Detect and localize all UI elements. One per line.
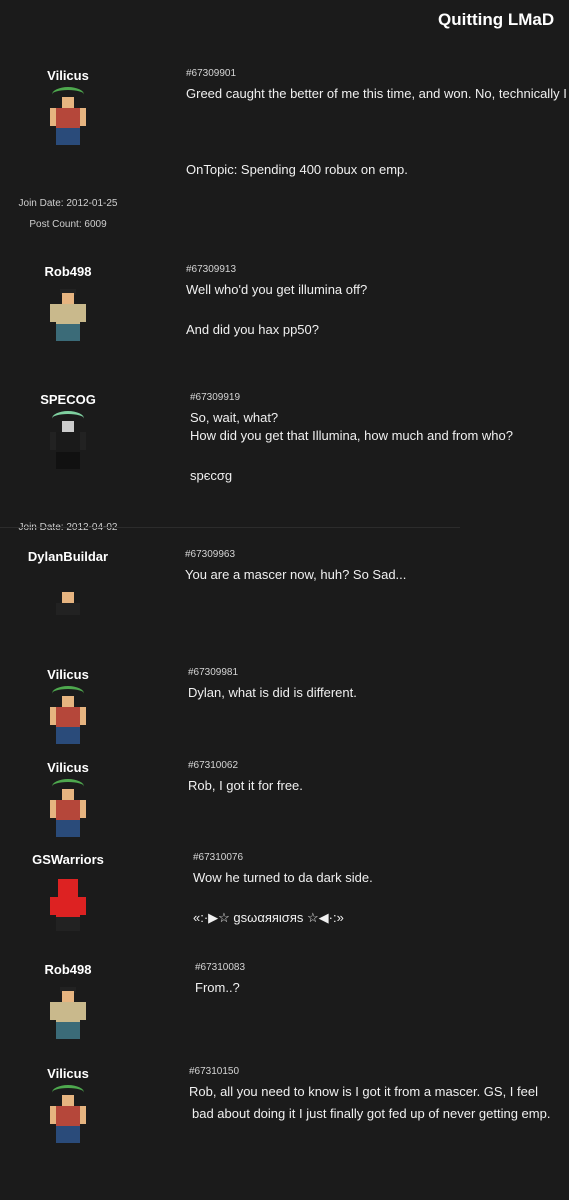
avatar[interactable] xyxy=(48,411,88,473)
post-id-link[interactable]: #67310150 xyxy=(189,1066,569,1077)
post-id-link[interactable]: #67310076 xyxy=(193,852,569,863)
post-body: #67309919 So, wait, what? How did you ge… xyxy=(190,392,569,485)
post-id-link[interactable]: #67309913 xyxy=(186,264,569,275)
avatar[interactable] xyxy=(48,987,88,1043)
message-text: From..? xyxy=(195,980,240,995)
post-body: #67310083 From..? xyxy=(195,962,569,997)
post-id-link[interactable]: #67310062 xyxy=(188,760,569,771)
post-author: Rob498 xyxy=(0,264,136,345)
message-text: So, wait, what? xyxy=(190,410,279,425)
message-text: Well who'd you get illumina off? xyxy=(186,282,368,297)
message-text: spєcσg xyxy=(190,468,233,483)
message-text: How did you get that Illumina, how much … xyxy=(190,428,514,443)
avatar[interactable] xyxy=(48,686,88,748)
post-author: Vilicus xyxy=(0,1066,136,1147)
thread-title: Quitting LMaD xyxy=(438,10,555,29)
message-text: You are a mascer now, huh? So Sad... xyxy=(185,567,407,582)
post-id-link[interactable]: #67310083 xyxy=(195,962,569,973)
post-id-link[interactable]: #67309901 xyxy=(186,68,569,79)
avatar[interactable] xyxy=(48,289,88,345)
username-link[interactable]: Vilicus xyxy=(0,68,136,83)
post-body: #67310150 Rob, all you need to know is I… xyxy=(189,1066,569,1123)
post-id-link[interactable]: #67309919 xyxy=(190,392,569,403)
message-text: Rob, I got it for free. xyxy=(188,778,303,793)
post-body: #67310076 Wow he turned to da dark side.… xyxy=(193,852,569,927)
post-body: #67309913 Well who'd you get illumina of… xyxy=(186,264,569,339)
post-body: #67309901 Greed caught the better of me … xyxy=(186,68,569,179)
post-id-link[interactable]: #67309981 xyxy=(188,667,569,678)
post-author: Vilicus xyxy=(0,760,136,841)
message-text: Greed caught the better of me this time,… xyxy=(186,86,569,101)
username-link[interactable]: Vilicus xyxy=(0,1066,136,1081)
username-link[interactable]: Vilicus xyxy=(0,760,136,775)
username-link[interactable]: Vilicus xyxy=(0,667,136,682)
avatar[interactable] xyxy=(48,779,88,841)
post-author: Rob498 xyxy=(0,962,136,1043)
avatar[interactable] xyxy=(48,1085,88,1147)
post-count: Post Count: 6009 xyxy=(29,219,107,230)
avatar[interactable] xyxy=(48,574,88,630)
post-author: Vilicus xyxy=(0,667,136,748)
divider xyxy=(0,527,460,528)
message-text: bad about doing it I just finally got fe… xyxy=(192,1106,551,1121)
avatar[interactable] xyxy=(48,877,88,933)
username-link[interactable]: GSWarriors xyxy=(0,852,136,867)
message-text: Dylan, what is did is different. xyxy=(188,685,357,700)
message-text: OnTopic: Spending 400 robux on emp. xyxy=(186,162,408,177)
username-link[interactable]: DylanBuildar xyxy=(0,549,136,564)
post-author: Vilicus Join Date: 2012-01-25 Post Count… xyxy=(0,68,136,235)
post-body: #67309963 You are a mascer now, huh? So … xyxy=(185,549,569,584)
username-link[interactable]: Rob498 xyxy=(0,264,136,279)
message-text: And did you hax pp50? xyxy=(186,322,319,337)
post-author: SPECOG Join Date: 2012-04-02 xyxy=(0,392,136,538)
join-date: Join Date: 2012-01-25 xyxy=(18,198,118,209)
post-body: #67310062 Rob, I got it for free. xyxy=(188,760,569,795)
message-text: Wow he turned to da dark side. xyxy=(193,870,373,885)
post-author: DylanBuildar xyxy=(0,549,136,630)
post-body: #67309981 Dylan, what is did is differen… xyxy=(188,667,569,702)
username-link[interactable]: Rob498 xyxy=(0,962,136,977)
post-id-link[interactable]: #67309963 xyxy=(185,549,569,560)
message-text: Rob, all you need to know is I got it fr… xyxy=(189,1084,538,1099)
post-author: GSWarriors xyxy=(0,852,136,933)
username-link[interactable]: SPECOG xyxy=(0,392,136,407)
signature-text: «:·▶☆ gsωαяяισяs ☆◀·:» xyxy=(193,910,344,925)
avatar[interactable] xyxy=(48,87,88,149)
